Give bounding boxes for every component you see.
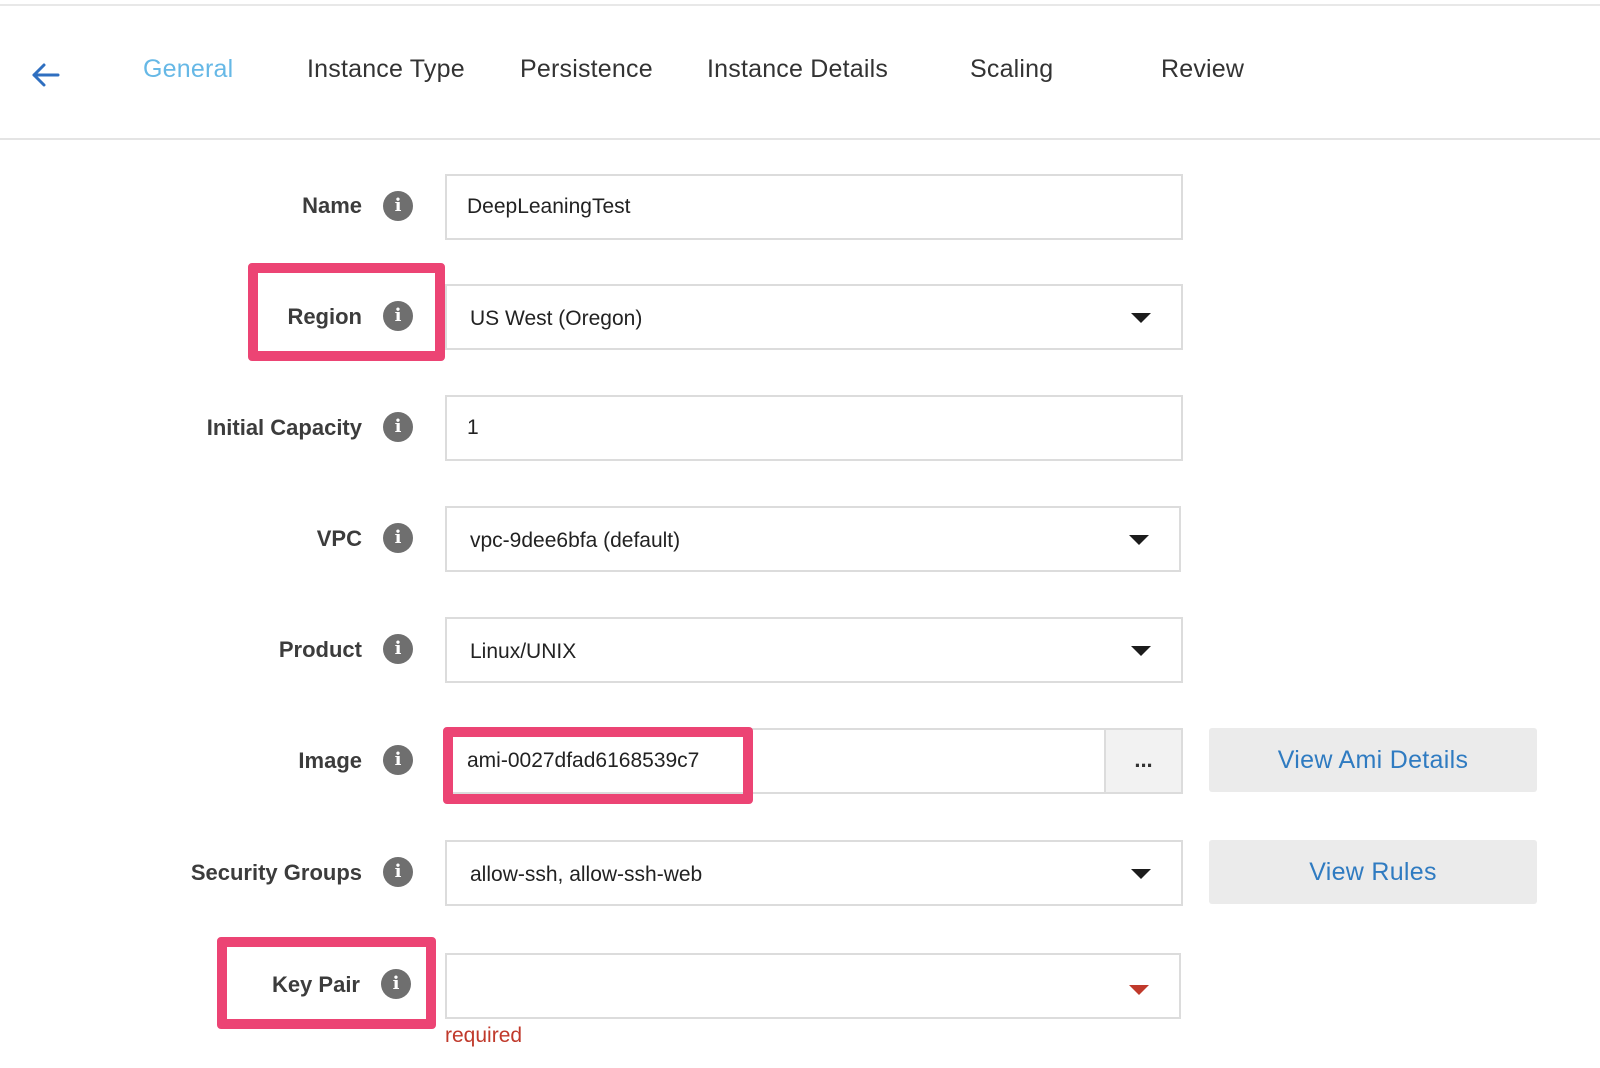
chevron-down-icon <box>1129 535 1149 545</box>
step-instance-type[interactable]: Instance Type <box>307 55 465 84</box>
launch-configuration-page: General Instance Type Persistence Instan… <box>0 0 1600 1068</box>
arrow-left-icon <box>32 63 60 87</box>
vpc-label: VPC <box>316 526 362 551</box>
name-label: Name <box>302 193 362 218</box>
step-scaling[interactable]: Scaling <box>970 55 1053 84</box>
vpc-select[interactable]: vpc-9dee6bfa (default) <box>445 506 1181 572</box>
info-icon[interactable]: i <box>383 634 413 664</box>
region-select[interactable]: US West (Oregon) <box>445 284 1183 350</box>
image-browse-button[interactable]: ... <box>1104 728 1183 794</box>
info-icon[interactable]: i <box>383 523 413 553</box>
initial-capacity-input[interactable]: 1 <box>445 395 1183 461</box>
info-icon[interactable]: i <box>383 857 413 887</box>
info-icon[interactable]: i <box>383 301 413 331</box>
step-review[interactable]: Review <box>1161 55 1244 84</box>
chevron-down-icon <box>1129 985 1149 995</box>
image-input[interactable]: ami-0027dfad6168539c7 <box>445 728 1106 794</box>
step-persistence[interactable]: Persistence <box>520 55 653 84</box>
wizard-header: General Instance Type Persistence Instan… <box>0 6 1600 140</box>
info-icon[interactable]: i <box>383 745 413 775</box>
view-ami-details-button[interactable]: View Ami Details <box>1209 728 1537 792</box>
product-select-value: Linux/UNIX <box>470 640 577 663</box>
initial-capacity-label: Initial Capacity <box>206 415 362 440</box>
info-icon[interactable]: i <box>381 969 411 999</box>
view-rules-button[interactable]: View Rules <box>1209 840 1537 904</box>
product-label: Product <box>278 637 362 662</box>
back-button[interactable] <box>28 58 62 92</box>
initial-capacity-value: 1 <box>467 416 479 439</box>
name-input-value: DeepLeaningTest <box>467 195 631 218</box>
key-pair-error-message: required <box>445 1024 523 1047</box>
step-instance-details[interactable]: Instance Details <box>707 55 888 84</box>
chevron-down-icon <box>1131 869 1151 879</box>
region-label: Region <box>287 304 362 329</box>
security-groups-select[interactable]: allow-ssh, allow-ssh-web <box>445 840 1183 906</box>
product-select[interactable]: Linux/UNIX <box>445 617 1183 683</box>
image-label: Image <box>298 748 362 773</box>
chevron-down-icon <box>1131 313 1151 323</box>
security-groups-label: Security Groups <box>190 860 362 885</box>
info-icon[interactable]: i <box>383 191 413 221</box>
region-select-value: US West (Oregon) <box>470 307 643 330</box>
key-pair-label: Key Pair <box>271 972 360 997</box>
chevron-down-icon <box>1131 646 1151 656</box>
vpc-select-value: vpc-9dee6bfa (default) <box>470 529 681 552</box>
step-general[interactable]: General <box>143 55 233 84</box>
name-input[interactable]: DeepLeaningTest <box>445 174 1183 240</box>
image-input-value: ami-0027dfad6168539c7 <box>467 749 700 772</box>
key-pair-select[interactable] <box>445 953 1181 1019</box>
security-groups-select-value: allow-ssh, allow-ssh-web <box>470 863 703 886</box>
info-icon[interactable]: i <box>383 412 413 442</box>
